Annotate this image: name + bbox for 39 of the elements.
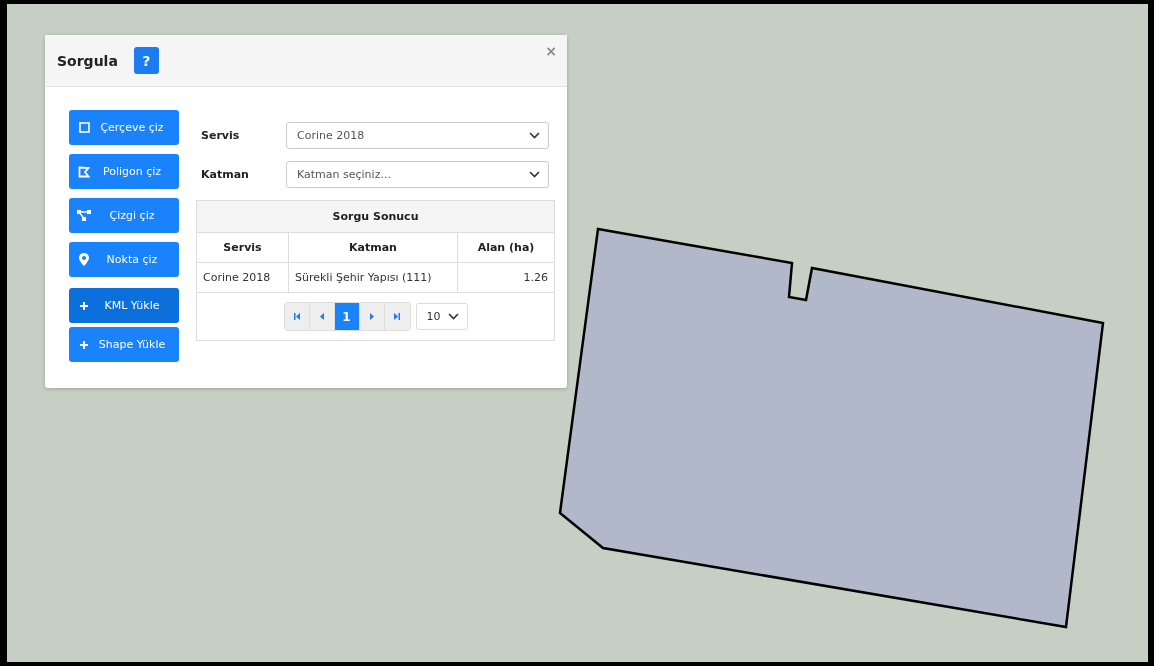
next-page-button[interactable] <box>359 303 385 330</box>
chevron-down-icon <box>529 171 540 178</box>
field-label: Servis <box>200 129 241 142</box>
table-cell: 1.26 <box>458 263 554 293</box>
caret-left-icon <box>319 313 324 320</box>
square-icon <box>78 122 90 133</box>
tool-button[interactable]: KML Yükle <box>69 288 179 323</box>
nodes-icon <box>77 210 91 221</box>
table-cell: Sürekli Şehir Yapısı (111) <box>289 263 458 293</box>
tool-button[interactable]: Çerçeve çiz <box>69 110 179 145</box>
page-size-select[interactable]: 10 <box>415 303 468 330</box>
select-field[interactable]: Corine 2018 <box>286 122 549 149</box>
tool-button[interactable]: Shape Yükle <box>69 327 179 362</box>
select-field[interactable]: Katman seçiniz... <box>286 161 549 188</box>
plus-icon <box>79 300 89 311</box>
first-page-button[interactable] <box>284 303 310 330</box>
field-label: Katman <box>200 168 250 181</box>
last-page-button[interactable] <box>384 303 410 330</box>
previous-page-button[interactable] <box>309 303 335 330</box>
tool-button[interactable]: Nokta çiz <box>69 242 179 277</box>
column-header: Katman <box>289 233 458 263</box>
close-button[interactable]: × <box>545 43 557 59</box>
tool-button[interactable]: Poligon çiz <box>69 154 179 189</box>
tool-button[interactable]: Çizgi çiz <box>69 198 179 233</box>
plus-icon <box>79 339 89 350</box>
column-header: Alan (ha) <box>458 233 554 263</box>
polygon-icon <box>78 165 90 178</box>
dialog-title: Sorgula <box>57 52 118 69</box>
help-button[interactable]: ? <box>133 47 159 74</box>
last-page-icon <box>394 313 400 320</box>
chevron-down-icon <box>447 313 459 320</box>
table-cell: Corine 2018 <box>197 263 289 293</box>
column-header: Servis <box>197 233 289 263</box>
caret-right-icon <box>369 313 374 320</box>
page-button[interactable]: 1 <box>334 303 360 330</box>
map-pin-icon <box>79 253 89 266</box>
first-page-icon <box>293 313 300 320</box>
chevron-down-icon <box>529 132 540 139</box>
table-title: Sorgu Sonucu <box>197 201 554 233</box>
